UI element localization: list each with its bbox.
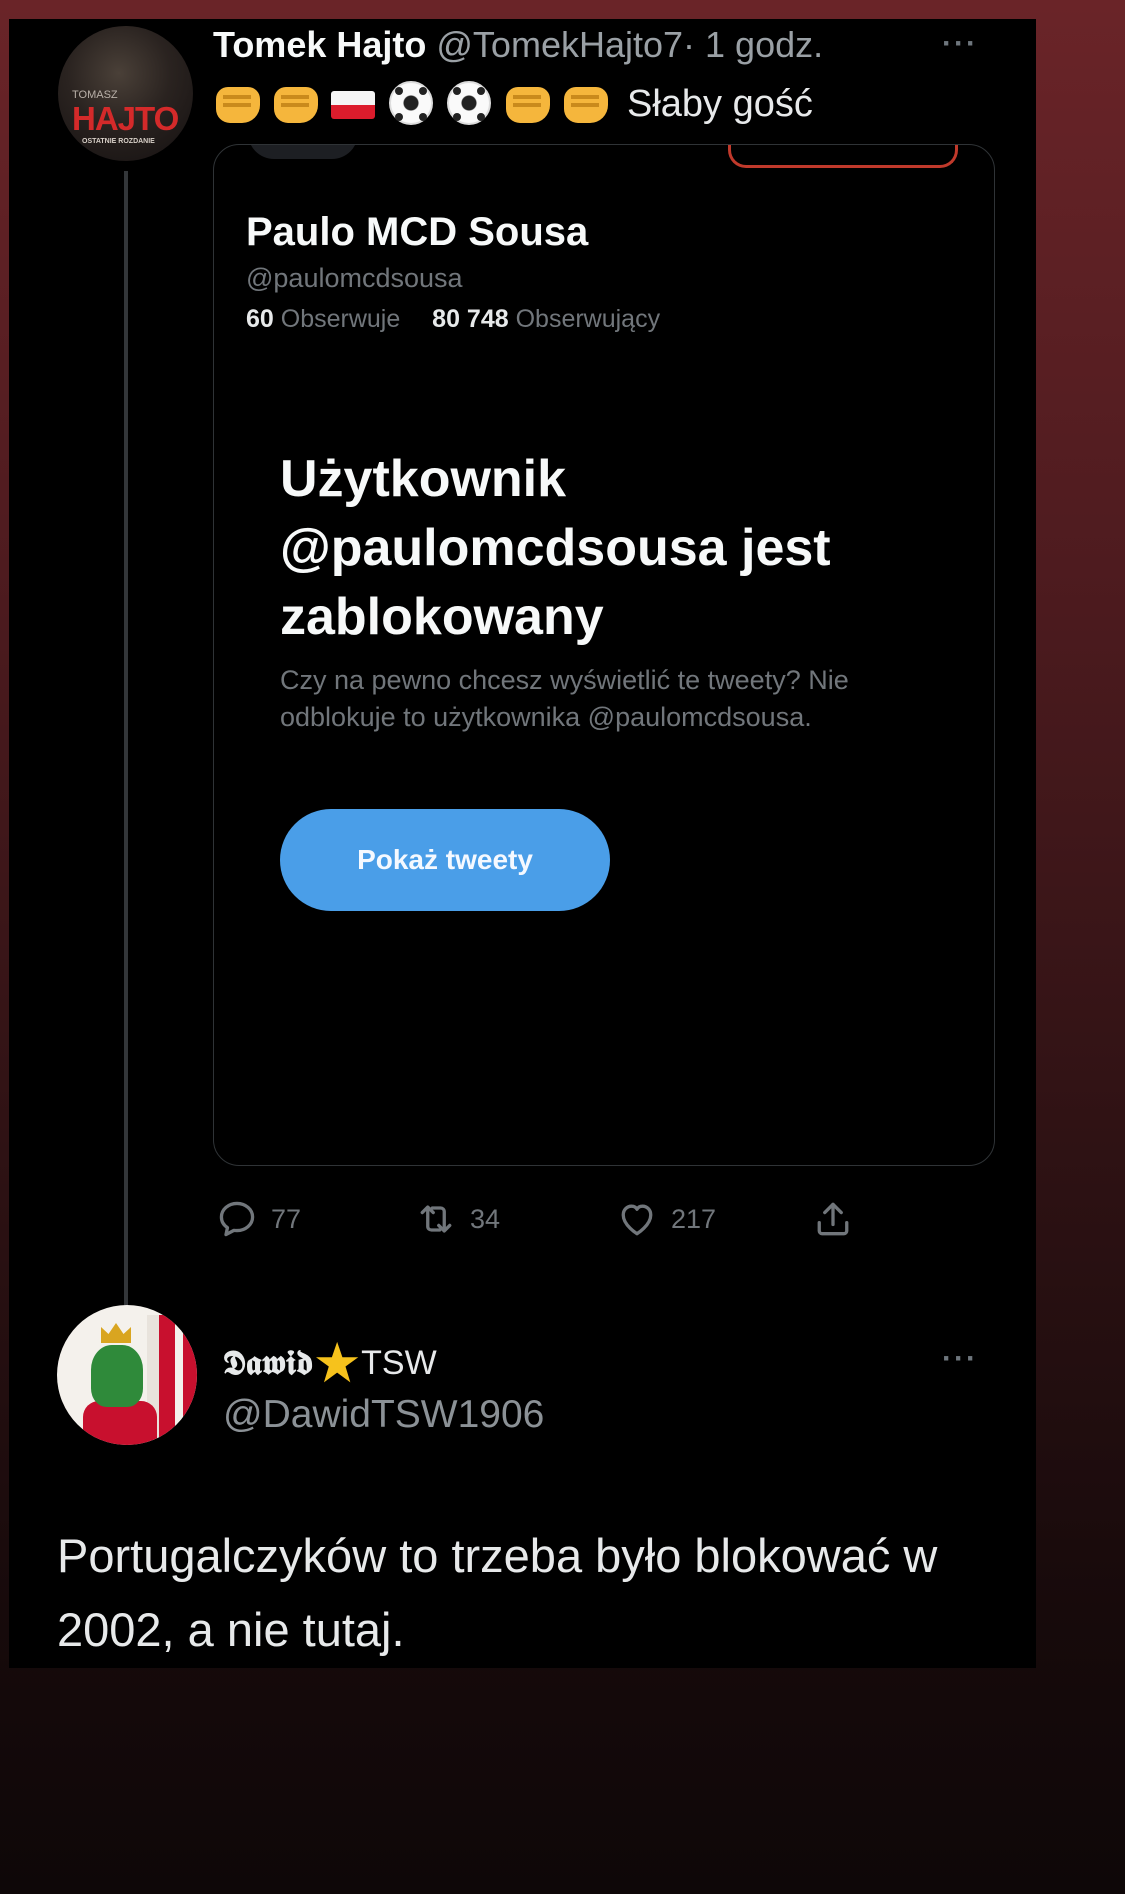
- tweet1-header: Tomek Hajto @TomekHajto7· 1 godz.: [213, 23, 823, 67]
- reply-icon: [219, 1201, 255, 1237]
- profile-follow-button-partial: [728, 145, 958, 168]
- retweet-button[interactable]: 34: [414, 1197, 500, 1241]
- tweet2-author-name-suffix: TSW: [361, 1343, 437, 1382]
- profile-avatar-partial: [248, 145, 358, 159]
- oncoming-fist-icon: [561, 81, 611, 127]
- following-stat[interactable]: 60 Obserwuje: [246, 305, 400, 333]
- tweet2-more-icon[interactable]: ···: [942, 1342, 978, 1376]
- star-icon: [316, 1341, 359, 1383]
- retweet-icon: [420, 1205, 452, 1233]
- tweet1-timestamp[interactable]: · 1 godz.: [683, 24, 823, 65]
- profile-stats: 60 Obserwuje 80 748 Obserwujący: [246, 305, 660, 334]
- tweet2-author-handle[interactable]: @DawidTSW1906: [223, 1393, 544, 1437]
- reply-count: 77: [271, 1203, 302, 1234]
- tweet1-more-icon[interactable]: ···: [942, 27, 978, 61]
- share-button[interactable]: [811, 1197, 855, 1241]
- dawid-avatar[interactable]: [57, 1305, 197, 1445]
- avatar-crocodile: [91, 1345, 143, 1407]
- tweet2-author-name[interactable]: 𝕯𝖆𝖜𝖎𝖉 TSW: [223, 1341, 437, 1385]
- blocked-notice-description: Czy na pewno chcesz wyświetlić te tweety…: [280, 665, 849, 732]
- tweet1-author-handle[interactable]: @TomekHajto7: [436, 24, 683, 65]
- avatar-brand-text: HAJTO: [72, 100, 179, 137]
- show-tweets-button[interactable]: Pokaż tweety: [280, 809, 610, 911]
- avatar-subtitle: OSTATNIE ROZDANIE: [82, 138, 155, 145]
- like-count: 217: [671, 1203, 717, 1234]
- tweet-thread-screenshot: TOMASZ HAJTO OSTATNIE ROZDANIE Tomek Haj…: [9, 19, 1036, 1668]
- avatar-shirt: [83, 1401, 157, 1445]
- followers-stat[interactable]: 80 748 Obserwujący: [432, 305, 660, 333]
- following-count: 60: [246, 305, 274, 333]
- tweet2-author-name-text: 𝕯𝖆𝖜𝖎𝖉: [223, 1343, 314, 1383]
- quoted-handle: @paulomcdsousa: [246, 263, 463, 293]
- reply-button[interactable]: 77: [215, 1197, 301, 1241]
- soccer-ball-icon: [387, 81, 437, 127]
- quoted-display-name: Paulo MCD Sousa: [246, 210, 589, 254]
- oncoming-fist-icon: [271, 81, 321, 127]
- blocked-notice-title: Użytkownik @paulomcdsousa jest zablokowa…: [280, 450, 831, 646]
- oncoming-fist-icon: [213, 81, 263, 127]
- share-icon: [817, 1202, 849, 1236]
- tomek-hajto-avatar[interactable]: TOMASZ HAJTO OSTATNIE ROZDANIE: [58, 26, 193, 161]
- following-label: Obserwuje: [280, 305, 401, 333]
- tweet1-author-name[interactable]: Tomek Hajto: [213, 24, 426, 65]
- tweet1-text: Słaby gość: [213, 74, 813, 134]
- quoted-profile-card[interactable]: Paulo MCD Sousa @paulomcdsousa 60 Obserw…: [213, 144, 995, 1166]
- tweet2-text: Portugalczyków to trzeba było blokować w…: [57, 1529, 938, 1656]
- followers-label: Obserwujący: [515, 305, 661, 333]
- tweet1-caption: Słaby gość: [627, 82, 813, 125]
- soccer-ball-icon: [445, 81, 495, 127]
- like-button[interactable]: 217: [615, 1197, 716, 1241]
- oncoming-fist-icon: [503, 81, 553, 127]
- heart-icon: [621, 1204, 653, 1236]
- tweet1-action-bar: 77 34 217: [9, 1197, 1036, 1253]
- retweet-count: 34: [470, 1203, 501, 1234]
- crown-icon: [101, 1323, 131, 1343]
- followers-count: 80 748: [432, 305, 509, 333]
- thread-connector-line: [124, 171, 128, 1311]
- flag-poland-icon: [329, 81, 379, 127]
